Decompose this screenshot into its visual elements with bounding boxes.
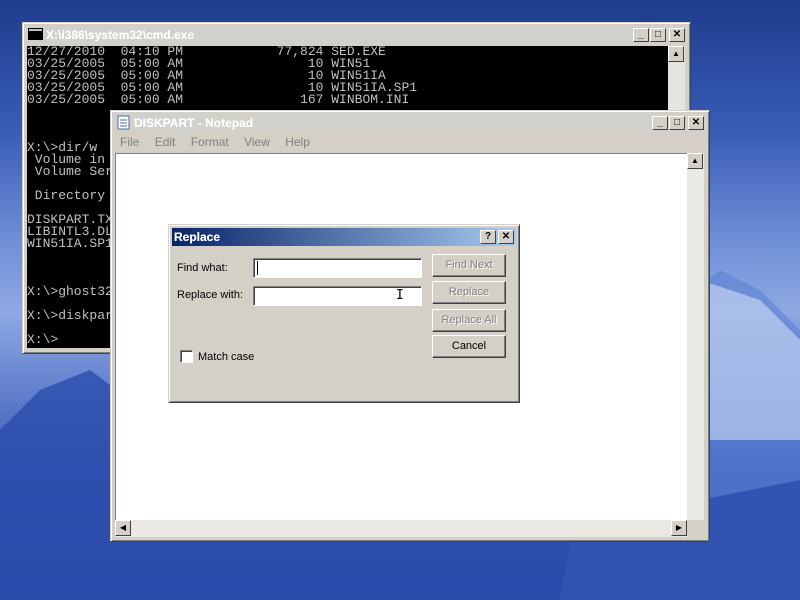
scroll-right-icon[interactable]: ▶ xyxy=(671,520,687,536)
size-grip[interactable] xyxy=(687,520,704,537)
menu-format[interactable]: Format xyxy=(185,133,235,152)
replace-all-button[interactable]: Replace All xyxy=(432,309,506,332)
close-icon[interactable]: ✕ xyxy=(498,230,514,244)
menu-edit[interactable]: Edit xyxy=(149,133,182,152)
replace-title: Replace xyxy=(174,230,221,244)
console-line: 03/25/2005 05:00 AM 167 WINBOM.INI xyxy=(27,92,410,107)
menu-view[interactable]: View xyxy=(238,133,276,152)
notepad-titlebar[interactable]: DISKPART - Notepad _ □ ✕ xyxy=(114,114,706,132)
find-what-input[interactable] xyxy=(253,258,422,278)
scroll-left-icon[interactable]: ◀ xyxy=(115,520,131,536)
scroll-up-icon[interactable]: ▲ xyxy=(668,46,684,62)
match-case-label[interactable]: Match case xyxy=(198,351,254,363)
minimize-icon[interactable]: _ xyxy=(652,116,668,130)
match-case-checkbox[interactable] xyxy=(180,350,193,363)
menu-bar: File Edit Format View Help xyxy=(114,133,706,152)
replace-dialog: Replace ? ✕ Find what: Replace with: I F… xyxy=(168,224,520,403)
cmd-title: X:\i386\system32\cmd.exe xyxy=(46,28,195,42)
maximize-icon[interactable]: □ xyxy=(669,116,685,130)
console-icon xyxy=(28,28,43,40)
close-icon[interactable]: ✕ xyxy=(688,116,704,130)
cancel-button[interactable]: Cancel xyxy=(432,335,506,358)
find-what-label: Find what: xyxy=(177,262,228,274)
replace-with-label: Replace with: xyxy=(177,289,244,301)
maximize-icon[interactable]: □ xyxy=(650,28,666,42)
notepad-title: DISKPART - Notepad xyxy=(134,116,254,130)
ibeam-cursor-icon: I xyxy=(396,288,404,303)
cmd-titlebar[interactable]: X:\i386\system32\cmd.exe _ □ ✕ xyxy=(26,26,687,44)
menu-help[interactable]: Help xyxy=(279,133,316,152)
text-caret xyxy=(257,261,258,275)
find-next-button[interactable]: Find Next xyxy=(432,254,506,277)
replace-button[interactable]: Replace xyxy=(432,281,506,304)
menu-file[interactable]: File xyxy=(114,133,145,152)
notepad-vertical-scrollbar[interactable]: ▲ xyxy=(687,153,704,520)
notepad-icon xyxy=(117,115,130,130)
scroll-up-icon[interactable]: ▲ xyxy=(687,153,703,169)
replace-titlebar[interactable]: Replace ? ✕ xyxy=(172,228,516,246)
notepad-horizontal-scrollbar[interactable]: ◀ ▶ xyxy=(115,520,687,537)
minimize-icon[interactable]: _ xyxy=(633,28,649,42)
help-icon[interactable]: ? xyxy=(480,230,496,244)
close-icon[interactable]: ✕ xyxy=(669,28,685,42)
